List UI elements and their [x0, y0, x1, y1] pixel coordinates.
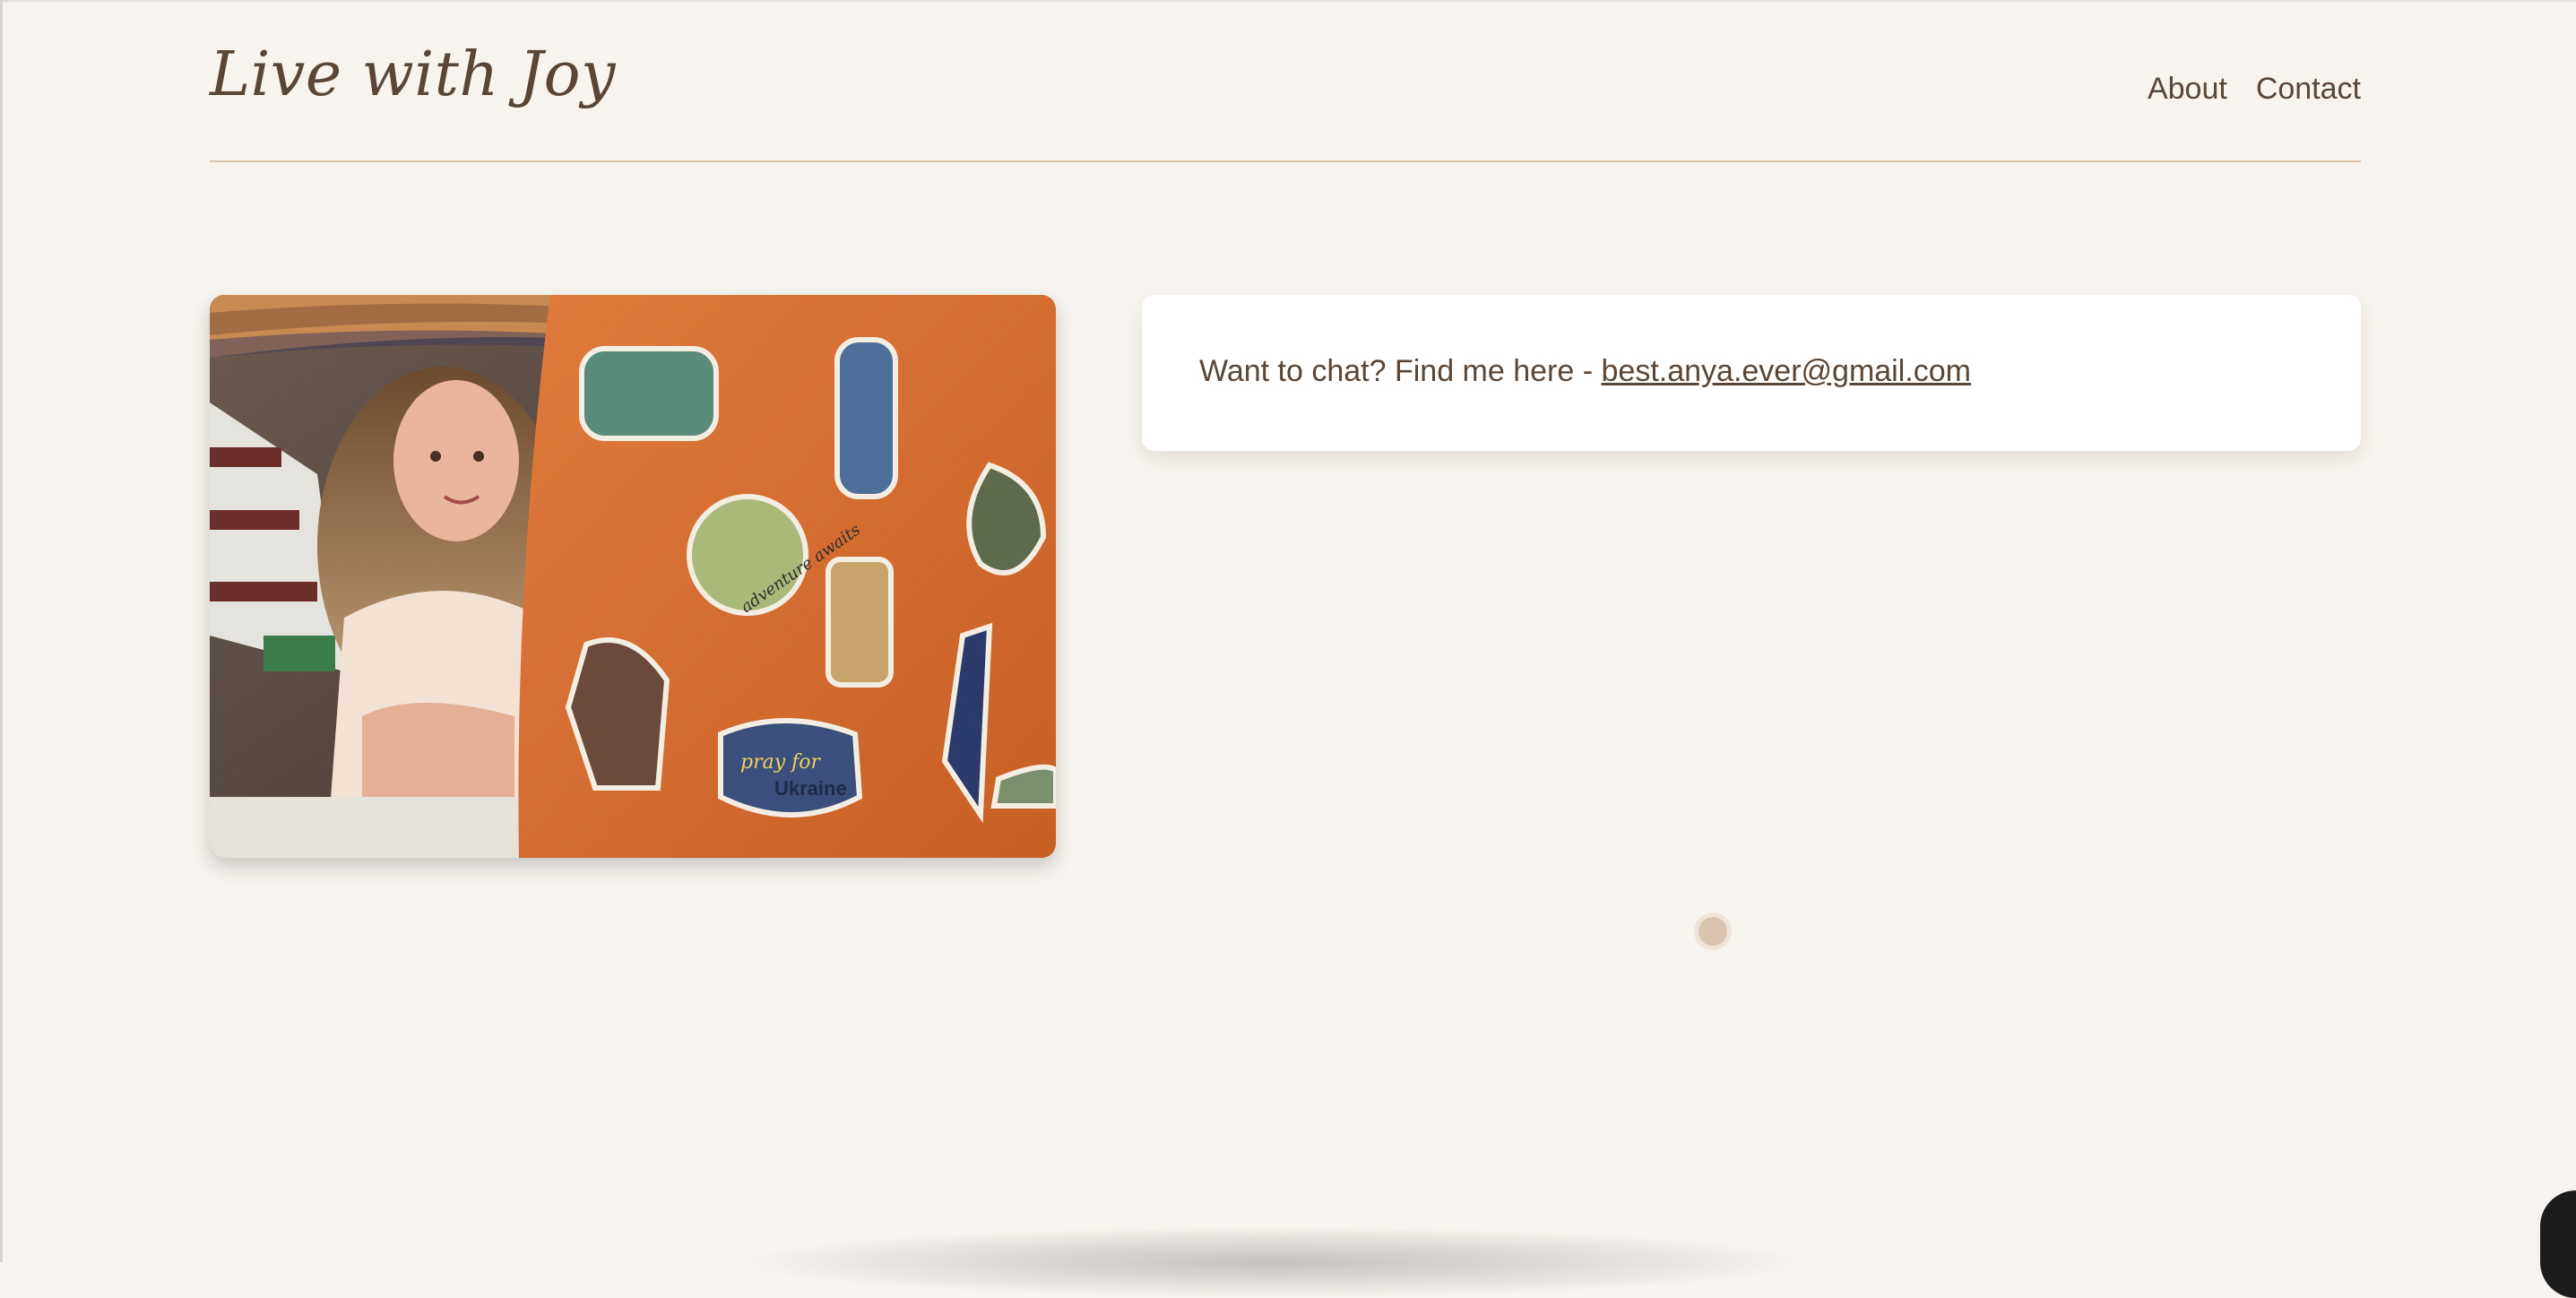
- site-header: Live with Joy About Contact: [210, 0, 2361, 162]
- window-left-edge: [0, 0, 3, 1262]
- sticker-text-pray: pray for: [740, 751, 822, 774]
- hero-photo: adventure awaits pray for Ukraine: [210, 295, 1056, 858]
- contact-prefix: Want to chat? Find me here -: [1199, 354, 1602, 388]
- contact-message: Want to chat? Find me here - best.anya.e…: [1199, 354, 1971, 389]
- window-corner: [2540, 1190, 2576, 1298]
- bottom-floating-shadow: [735, 1226, 1811, 1298]
- cursor-dot: [1699, 917, 1727, 946]
- main-nav: About Contact: [2148, 72, 2361, 107]
- nav-link-contact[interactable]: Contact: [2256, 72, 2361, 107]
- sticker-text-ukraine: Ukraine: [774, 777, 847, 800]
- site-title[interactable]: Live with Joy: [210, 39, 616, 110]
- contact-card: Want to chat? Find me here - best.anya.e…: [1142, 295, 2361, 451]
- laptop-photo-illustration: adventure awaits pray for Ukraine: [210, 295, 1056, 858]
- nav-link-about[interactable]: About: [2148, 72, 2227, 107]
- email-link[interactable]: best.anya.ever@gmail.com: [1602, 354, 1971, 388]
